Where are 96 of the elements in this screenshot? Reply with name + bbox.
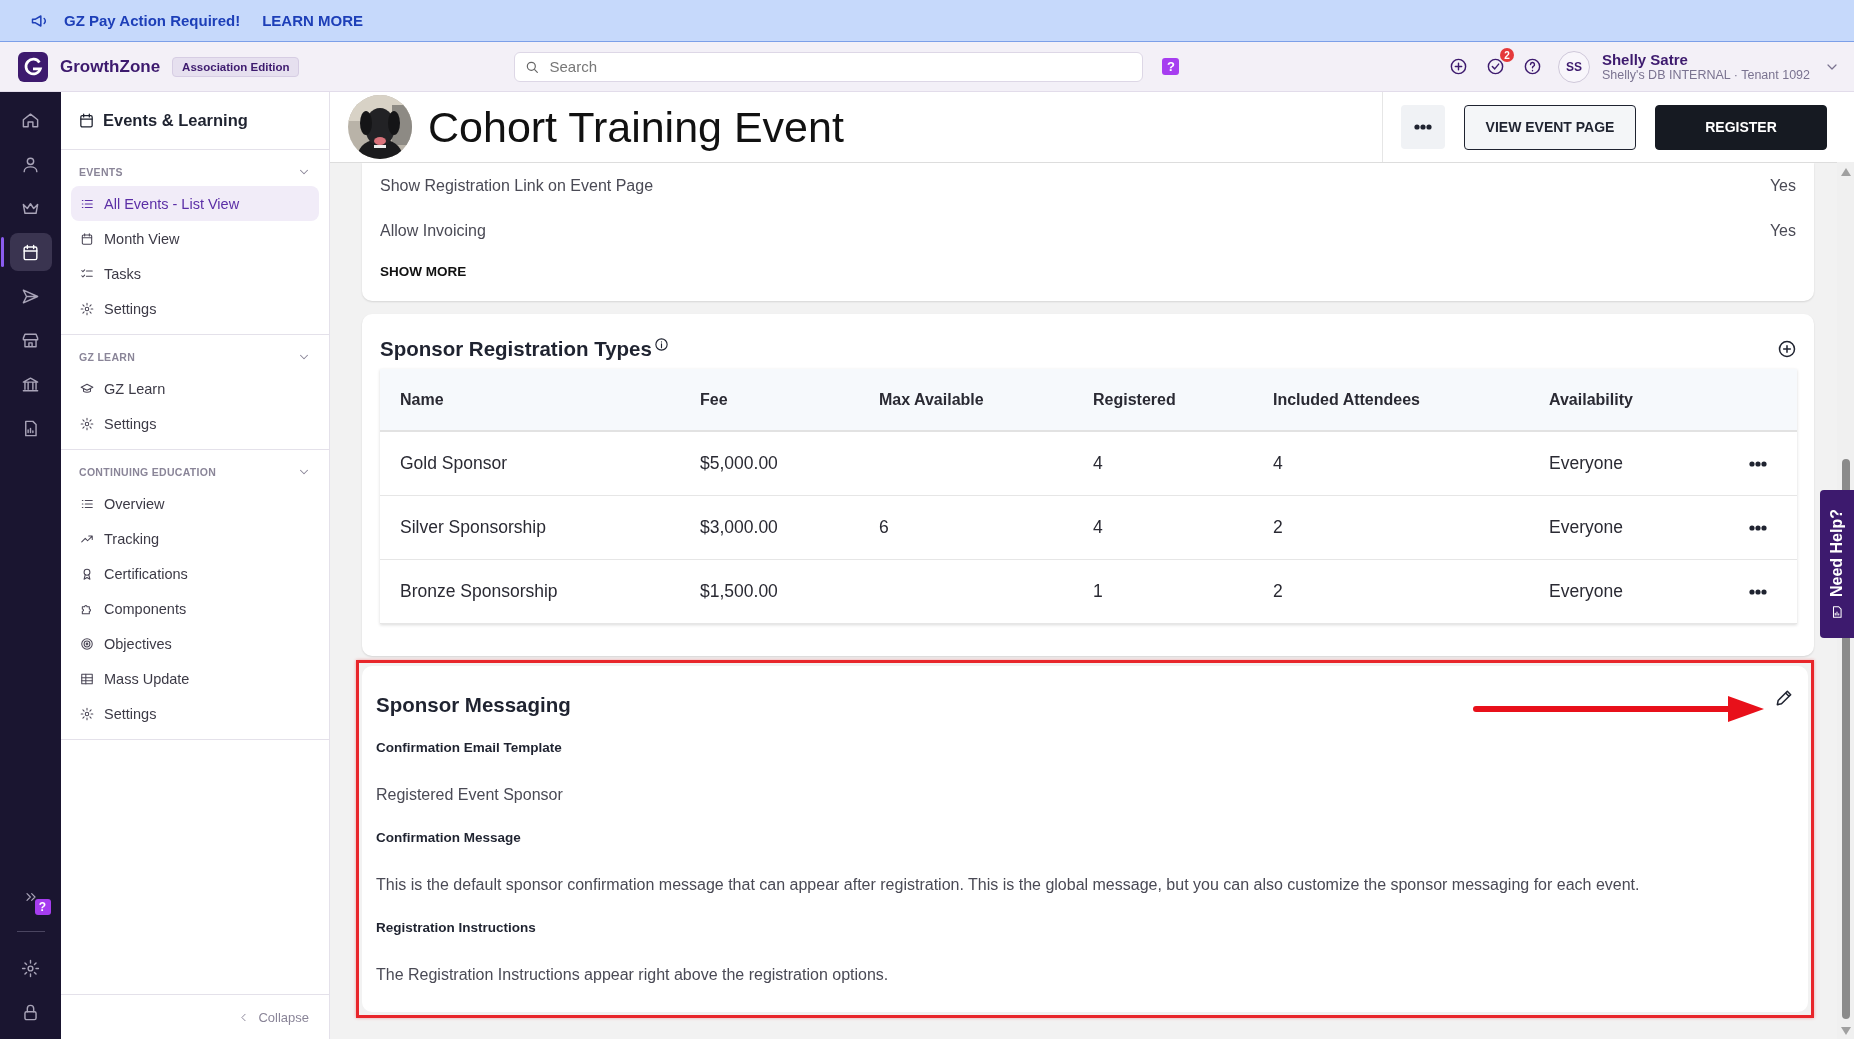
group-heading: EVENTS xyxy=(79,166,123,178)
table-cell-text: 4 xyxy=(1093,453,1104,474)
view-event-page-button[interactable]: VIEW EVENT PAGE xyxy=(1464,104,1636,150)
table-cell-text: $3,000.00 xyxy=(700,517,779,538)
group-heading: CONTINUING EDUCATION xyxy=(79,466,217,478)
add-icon[interactable] xyxy=(1777,339,1797,359)
sidebar-item[interactable]: Mass Update xyxy=(71,661,319,696)
column-header: Availability xyxy=(1549,390,1634,409)
table-cell-text: Silver Sponsorship xyxy=(400,517,547,538)
edit-icon[interactable] xyxy=(1774,688,1794,708)
collapse-link[interactable]: Collapse xyxy=(237,1009,309,1025)
growthzone-logo-icon[interactable] xyxy=(18,51,48,82)
help-badge[interactable]: ? xyxy=(34,899,51,915)
table-cell-text: Everyone xyxy=(1549,581,1624,602)
settings-icon xyxy=(80,706,94,721)
table-cell-text: $1,500.00 xyxy=(700,581,779,602)
sidebar-item[interactable]: Components xyxy=(71,591,319,626)
award-icon xyxy=(80,566,94,581)
user-avatar[interactable]: SS xyxy=(1557,50,1590,83)
target-icon xyxy=(80,636,94,651)
table-cell-text: 2 xyxy=(1273,517,1284,538)
calendar-icon xyxy=(78,112,95,129)
search-field[interactable]: Search xyxy=(514,51,1144,82)
table-icon xyxy=(80,671,94,686)
table-cell-text: $5,000.00 xyxy=(700,453,779,474)
home-icon xyxy=(21,110,40,130)
column-header: Max Available xyxy=(879,390,985,409)
group-heading: GZ LEARN xyxy=(79,351,136,363)
sidebar-item[interactable]: Objectives xyxy=(71,626,319,661)
sidebar-item[interactable]: All Events - List View xyxy=(71,186,319,221)
send-icon xyxy=(21,286,40,306)
user-name[interactable]: Shelly Satre xyxy=(1601,51,1810,68)
notification-badge: 2 xyxy=(1499,48,1514,62)
banner-message: GZ Pay Action Required! xyxy=(64,12,241,29)
field-value: The Registration Instructions appear right above the registration options. xyxy=(376,965,890,985)
table-cell-text: 4 xyxy=(1093,517,1104,538)
setting-value: Yes xyxy=(1769,221,1796,240)
table-cell-text: 6 xyxy=(879,517,890,538)
learn-more-link[interactable]: LEARN MORE xyxy=(262,12,363,29)
row-actions-icon[interactable] xyxy=(1749,588,1767,595)
more-icon xyxy=(1414,124,1432,130)
help-badge[interactable]: ? xyxy=(1162,58,1180,75)
graduation-cap-icon xyxy=(80,381,94,396)
column-header: Name xyxy=(400,390,445,409)
field-value: This is the default sponsor confirmation message that can appear after registration. This is the global message, but you can also customize the sponsor messaging for each event. xyxy=(376,875,1641,895)
column-header: Included Attendees xyxy=(1273,390,1421,409)
sidebar-item[interactable]: Overview xyxy=(71,486,319,521)
sidebar-item[interactable]: Month View xyxy=(71,221,319,256)
event-title: Cohort Training Event xyxy=(428,102,844,152)
help-icon[interactable] xyxy=(1522,57,1542,76)
tenant-label: Shelly's DB INTERNAL · Tenant 1092 xyxy=(1601,68,1810,82)
more-button[interactable] xyxy=(1401,105,1445,149)
info-icon[interactable] xyxy=(653,337,669,352)
store-icon xyxy=(21,330,40,350)
settings-icon xyxy=(80,301,94,316)
show-more-button[interactable]: SHOW MORE xyxy=(380,253,467,301)
setting-value: Yes xyxy=(1769,176,1796,195)
setting-label: Show Registration Link on Event Page xyxy=(380,176,654,195)
section-heading: Events & Learning xyxy=(103,111,248,130)
table-cell-text: Everyone xyxy=(1549,453,1624,474)
sidebar-item[interactable]: Settings xyxy=(71,291,319,326)
sidebar-item[interactable]: Certifications xyxy=(71,556,319,591)
field-label: Confirmation Email Template xyxy=(376,739,563,757)
field-value: Registered Event Sponsor xyxy=(376,785,564,805)
sidebar-item[interactable]: Settings xyxy=(71,406,319,441)
edition-badge: Association Edition xyxy=(172,56,300,77)
person-icon xyxy=(21,154,40,174)
table-cell-text: Everyone xyxy=(1549,517,1624,538)
column-header: Fee xyxy=(700,390,729,409)
field-label: Registration Instructions xyxy=(376,919,537,937)
table-cell-text: 1 xyxy=(1093,581,1104,602)
table-cell-text: Gold Sponsor xyxy=(400,453,508,474)
setting-label: Allow Invoicing xyxy=(380,221,486,240)
brand-name: GrowthZone xyxy=(60,56,161,77)
lock-icon[interactable] xyxy=(21,1002,40,1022)
row-actions-icon[interactable] xyxy=(1749,524,1767,531)
sidebar-item[interactable]: GZ Learn xyxy=(71,371,319,406)
row-actions-icon[interactable] xyxy=(1749,460,1767,467)
calendar-icon xyxy=(21,242,40,262)
sidebar-item[interactable]: Tracking xyxy=(71,521,319,556)
settings-icon xyxy=(80,416,94,431)
sidebar-item[interactable]: Settings xyxy=(71,696,319,731)
sidebar-item[interactable]: Tasks xyxy=(71,256,319,291)
column-header: Registered xyxy=(1093,390,1177,409)
table-cell-text: Bronze Sponsorship xyxy=(400,581,559,602)
bank-icon xyxy=(21,374,40,394)
register-button[interactable]: REGISTER xyxy=(1655,104,1827,150)
tasks-icon[interactable] xyxy=(1485,57,1505,76)
table-cell-text: 4 xyxy=(1273,453,1284,474)
field-label: Confirmation Message xyxy=(376,829,522,847)
table-cell-text: 2 xyxy=(1273,581,1284,602)
card-title: Sponsor Messaging xyxy=(376,692,571,718)
add-icon[interactable] xyxy=(1448,57,1468,76)
calendar-icon xyxy=(80,231,94,246)
card-title: Sponsor Registration Types xyxy=(380,337,652,361)
settings-icon[interactable] xyxy=(21,958,40,978)
